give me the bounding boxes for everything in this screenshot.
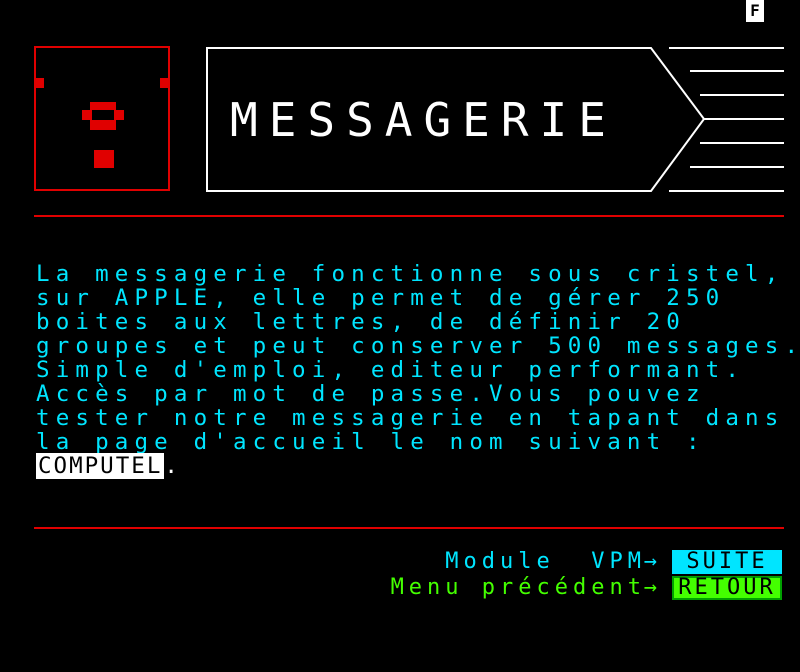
logo-right-notch (160, 78, 170, 88)
retour-button[interactable]: RETOUR (672, 576, 782, 600)
nav-back-row: Menu précédent → RETOUR (300, 576, 786, 600)
logo-glyph-right (114, 110, 124, 120)
top-divider (34, 215, 784, 217)
arrow-icon: → (643, 575, 662, 600)
nav-next-row: Module VPM → SUITE (300, 550, 786, 574)
text-line: groupes et peut conserver 500 messages. (36, 333, 800, 359)
logo-glyph-top (90, 102, 116, 110)
text-line: Simple d'emploi, editeur performant. (36, 357, 746, 383)
text-line: la page d'accueil le nom suivant : (36, 429, 706, 455)
text-line: La messagerie fonctionne sous cristel, (36, 261, 785, 287)
status-indicator: F (746, 0, 764, 22)
text-line: sur APPLE, elle permet de gérer 250 (36, 285, 726, 311)
text-line-last: COMPUTEL. (36, 453, 796, 479)
logo-left-notch (34, 78, 44, 88)
highlighted-username: COMPUTEL (36, 453, 165, 479)
bottom-divider (34, 527, 784, 529)
logo-glyph-dot (94, 150, 114, 168)
arrow-icon: → (643, 549, 662, 574)
suite-button[interactable]: SUITE (672, 550, 782, 574)
logo-glyph-left (82, 110, 92, 120)
text-end-dot: . (164, 453, 185, 479)
text-line: tester notre messagerie en tapant dans (36, 405, 785, 431)
text-line: Accès par mot de passe.Vous pouvez (36, 381, 706, 407)
nav-back-label: Menu précédent (390, 575, 646, 600)
nav-next-label: Module VPM (445, 549, 646, 574)
page-title: MESSAGERIE (230, 93, 617, 147)
logo-box (34, 46, 170, 191)
description-text: La messagerie fonctionne sous cristel, su… (36, 261, 800, 479)
text-line: boites aux lettres, de définir 20 (36, 309, 686, 335)
logo-glyph-bottom (90, 120, 116, 130)
